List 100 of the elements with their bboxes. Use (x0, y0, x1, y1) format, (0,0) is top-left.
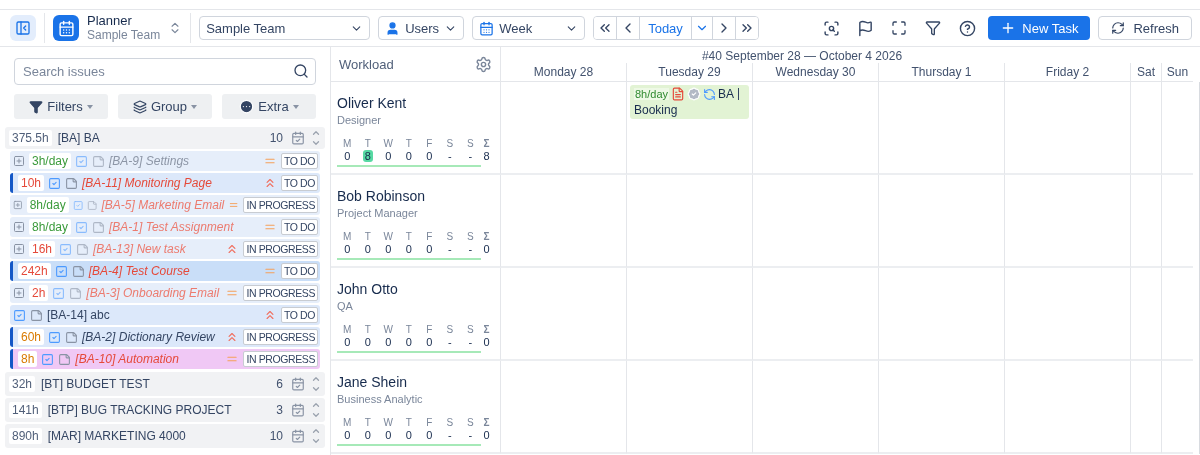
refresh-button[interactable]: Refresh (1098, 16, 1192, 40)
day-cell[interactable] (1005, 175, 1131, 268)
toolbar-button[interactable]: Group (118, 94, 212, 119)
note-icon (87, 198, 98, 212)
task-row[interactable]: 8h/day [BA-1] Test Assignment TO DO (10, 217, 320, 237)
expand-icon[interactable] (13, 287, 25, 299)
day-hours: 0 (425, 429, 434, 441)
more-icon (239, 99, 255, 114)
settings-icon[interactable] (475, 55, 492, 73)
dropdown[interactable]: Week (472, 16, 586, 40)
calendar-check-icon[interactable] (291, 403, 305, 417)
day-cell[interactable] (879, 175, 1005, 268)
day-cell[interactable] (1005, 268, 1131, 361)
new-task-button[interactable]: New Task (988, 16, 1091, 40)
task-row[interactable]: 10h [BA-11] Monitoring Page TO DO (10, 173, 320, 193)
booking-card[interactable]: 8h/day BA Booking (630, 85, 749, 119)
day-cell[interactable] (627, 268, 753, 361)
expand-icon[interactable] (13, 243, 25, 255)
sort-icon[interactable] (311, 426, 321, 446)
day-cell[interactable] (627, 175, 753, 268)
day-cell[interactable] (501, 268, 627, 361)
day-cell[interactable] (501, 361, 627, 454)
expand-icon[interactable] (13, 199, 23, 211)
badge-icon (687, 87, 702, 101)
day-hours: - (446, 150, 453, 162)
first-button[interactable] (594, 17, 618, 39)
task-row[interactable]: 60h [BA-2] Dictionary Review IN PROGRESS (10, 327, 320, 347)
day-cell[interactable] (1005, 82, 1131, 175)
day-cell[interactable] (879, 361, 1005, 454)
weekday-label: T (363, 417, 372, 428)
day-cell[interactable] (1131, 268, 1162, 361)
collapse-sidebar-button[interactable] (10, 15, 36, 41)
dropdown[interactable]: Users (378, 16, 465, 40)
weekday-label: S (465, 324, 475, 335)
fullscreen-icon (891, 20, 908, 36)
day-hours: - (446, 336, 453, 348)
day-cell[interactable] (753, 175, 879, 268)
task-row[interactable]: 2h [BA-3] Onboarding Email IN PROGRESS (10, 283, 320, 303)
task-row[interactable]: 242h [BA-4] Test Course TO DO (10, 261, 320, 281)
day-cell[interactable] (1131, 361, 1162, 454)
hours-tag: 60h (18, 329, 45, 345)
calendar-check-icon[interactable] (291, 377, 305, 391)
day-hours: - (467, 150, 474, 162)
group-header[interactable]: 32h [BT] BUDGET TEST 6 (5, 372, 325, 396)
day-cell[interactable] (1005, 361, 1131, 454)
status-tag: TO DO (280, 219, 318, 235)
task-row[interactable]: 16h [BA-13] New task IN PROGRESS (10, 239, 320, 259)
day-cell[interactable] (1131, 82, 1162, 175)
group-header[interactable]: 890h [MAR] MARKETING 4000 10 (5, 424, 325, 448)
day-cell[interactable] (753, 82, 879, 175)
day-cell[interactable] (501, 82, 627, 175)
day-cell[interactable] (879, 82, 1005, 175)
expand-icon[interactable] (13, 155, 25, 167)
note-icon (65, 176, 79, 190)
day-cell[interactable] (1131, 175, 1162, 268)
filter-icon (925, 20, 942, 36)
search-icon (293, 63, 309, 79)
total-hours: 0 (482, 429, 491, 441)
weekday-label: S (465, 231, 475, 242)
sync-icon (703, 87, 717, 101)
weekday-label: S (445, 138, 455, 149)
day-cell[interactable] (501, 175, 627, 268)
weekday-label: S (445, 417, 455, 428)
toolbar-button[interactable]: Filters (14, 94, 108, 119)
collapse-icon (15, 20, 31, 36)
note-icon (92, 220, 106, 234)
day-cell[interactable] (627, 361, 753, 454)
dropdown[interactable]: Sample Team (199, 16, 371, 40)
week-title: #40 September 28 — October 4 2026 (701, 49, 903, 63)
task-row[interactable]: [BA-14] abc TO DO (10, 305, 320, 325)
note-icon (69, 286, 83, 300)
issue-count: 10 (269, 131, 283, 145)
day-cell[interactable] (753, 268, 879, 361)
calendar-check-icon[interactable] (291, 131, 305, 145)
issue-count: 10 (269, 429, 283, 443)
task-row[interactable]: 8h/day [BA-5] Marketing Email IN PROGRESS (10, 195, 320, 215)
expand-icon[interactable] (13, 221, 25, 233)
calendar-check-icon[interactable] (291, 429, 305, 443)
person-role: QA (337, 300, 354, 312)
day-cell[interactable] (753, 361, 879, 454)
day-cell[interactable]: 8h/day BA Booking (627, 82, 753, 175)
sort-icon[interactable] (311, 374, 321, 394)
person-role: Project Manager (337, 207, 419, 219)
day-label: Monday 28 (533, 65, 594, 79)
task-title: [BA-11] Monitoring Page (82, 176, 213, 190)
sort-icon[interactable] (311, 400, 321, 420)
group-header[interactable]: 141h [BTP] BUG TRACKING PROJECT 3 (5, 398, 325, 422)
search-field[interactable]: Search issues (14, 58, 316, 85)
group-header[interactable]: 375.5h [BA] BA 10 (5, 127, 325, 149)
hours-tag: 141h (9, 402, 42, 418)
sort-icon[interactable] (311, 128, 321, 148)
day-hours: 0 (343, 336, 352, 348)
status-tag: TO DO (280, 263, 318, 279)
task-row[interactable]: 8h [BA-10] Automation IN PROGRESS (10, 349, 320, 369)
toolbar-button[interactable]: Extra (222, 94, 316, 119)
issue-count: 6 (276, 377, 283, 391)
day-cell[interactable] (879, 268, 1005, 361)
task-row[interactable]: 3h/day [BA-9] Settings TO DO (10, 151, 320, 171)
person-name: Oliver Kent (337, 95, 408, 111)
status-tag: IN PROGRESS (243, 285, 318, 301)
